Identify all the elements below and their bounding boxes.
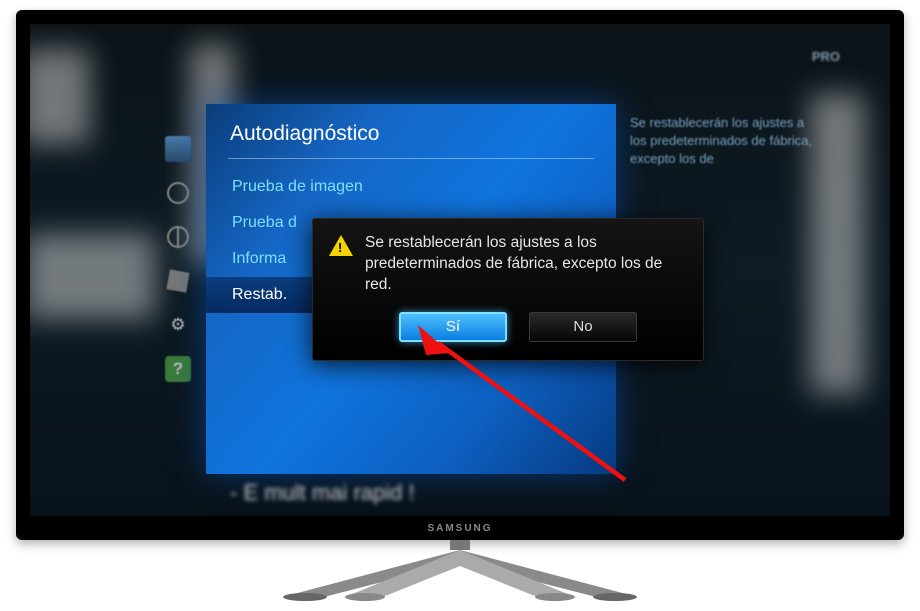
gear-icon[interactable]: ⚙ [165, 312, 191, 338]
dialog-buttons: Sí No [329, 312, 687, 342]
menu-divider [228, 158, 594, 159]
background-subtitle: - E mult mai rapid ! [230, 480, 415, 506]
help-text: Se restablecerán los ajustes a los prede… [630, 114, 820, 169]
tv-frame: PRO ⚙ ? Autodiagnóstico Prueba de imagen… [16, 10, 904, 540]
network-icon[interactable] [165, 224, 191, 250]
tv-stand [0, 540, 920, 602]
warning-icon [329, 235, 353, 256]
dialog-message: Se restablecerán los ajustes a los prede… [365, 233, 687, 296]
tv-brand-logo: SAMSUNG [16, 523, 904, 534]
help-icon[interactable]: ? [165, 356, 191, 382]
picture-icon[interactable] [165, 136, 191, 162]
system-icon[interactable] [165, 268, 191, 294]
sidebar-icon-bar: ⚙ ? [165, 136, 199, 382]
yes-button[interactable]: Sí [399, 312, 507, 342]
menu-title: Autodiagnóstico [206, 104, 616, 158]
menu-item-picture-test[interactable]: Prueba de imagen [206, 169, 616, 205]
sound-icon[interactable] [165, 180, 191, 206]
confirm-dialog: Se restablecerán los ajustes a los prede… [312, 218, 704, 361]
dialog-body: Se restablecerán los ajustes a los prede… [329, 233, 687, 296]
pro-logo: PRO [812, 49, 840, 64]
no-button[interactable]: No [529, 312, 637, 342]
bg-smudge [30, 234, 155, 319]
tv-screen: PRO ⚙ ? Autodiagnóstico Prueba de imagen… [30, 24, 890, 516]
bg-smudge [30, 49, 90, 144]
